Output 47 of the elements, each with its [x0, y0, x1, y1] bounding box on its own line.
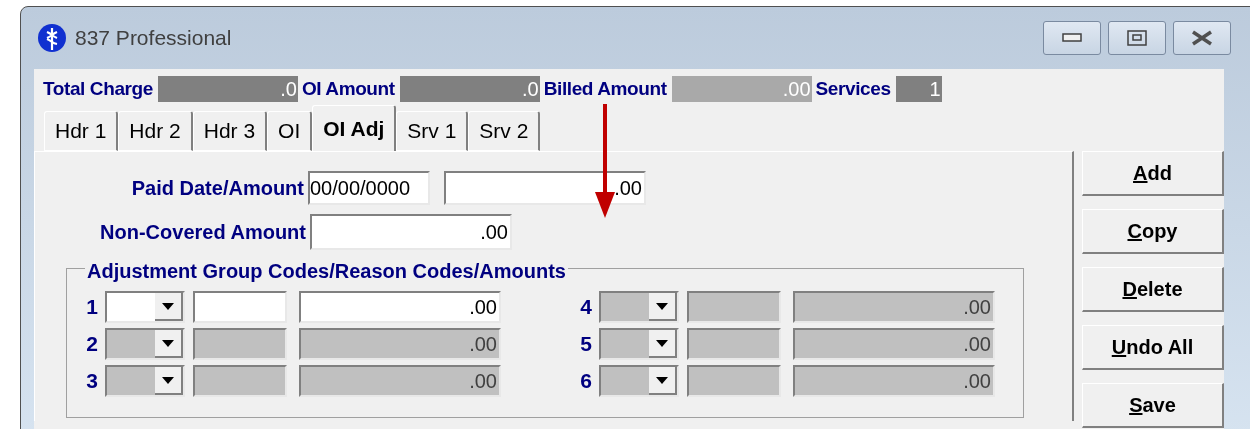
row-number: 6: [579, 368, 593, 395]
reason-code-field[interactable]: [687, 365, 781, 397]
action-button[interactable]: Save: [1082, 383, 1224, 428]
tab[interactable]: OI Adj: [312, 105, 397, 151]
group-code-dropdown[interactable]: [105, 291, 185, 323]
action-button[interactable]: Delete: [1082, 267, 1224, 312]
row-number: 2: [85, 331, 99, 358]
paid-date-field[interactable]: 00/00/0000: [308, 171, 430, 205]
caduceus-logo-icon: [37, 22, 67, 54]
summary-label: OI Amount: [301, 76, 395, 101]
action-button[interactable]: Add: [1082, 151, 1224, 196]
row-number: 3: [85, 368, 99, 395]
close-button[interactable]: [1173, 21, 1231, 55]
row-number: 5: [579, 331, 593, 358]
action-button[interactable]: Undo All: [1082, 325, 1224, 370]
summary-value-field: 1: [895, 76, 942, 102]
row-number: 1: [85, 294, 99, 321]
non-covered-amount-field[interactable]: .00: [310, 214, 512, 250]
summary-value-field: .0: [399, 76, 540, 102]
tab[interactable]: Srv 1: [396, 111, 469, 151]
reason-code-field[interactable]: [687, 291, 781, 323]
maximize-button[interactable]: [1108, 21, 1166, 55]
summary-label: Total Charge: [43, 76, 153, 101]
action-button[interactable]: Copy: [1082, 209, 1224, 254]
field-label: Paid Date/Amount: [130, 176, 305, 201]
reason-code-field[interactable]: [687, 328, 781, 360]
minimize-icon: [1062, 33, 1082, 43]
field-label: Non-Covered Amount: [99, 220, 307, 245]
reason-code-field[interactable]: [193, 365, 287, 397]
summary-value-field: .0: [157, 76, 298, 102]
maximize-icon: [1127, 30, 1147, 46]
summary-value-field: .00: [671, 76, 812, 102]
reason-code-field[interactable]: [193, 291, 287, 323]
row-number: 4: [579, 294, 593, 321]
tab[interactable]: Hdr 3: [192, 111, 268, 151]
summary-label: Billed Amount: [543, 76, 667, 101]
window-title: 837 Professional: [75, 25, 232, 52]
tab[interactable]: OI: [267, 111, 313, 151]
amount-field[interactable]: .00: [299, 291, 501, 323]
tab[interactable]: Srv 2: [468, 111, 541, 151]
reason-code-field[interactable]: [193, 328, 287, 360]
minimize-button[interactable]: [1043, 21, 1101, 55]
close-icon: [1190, 30, 1214, 46]
tab[interactable]: Hdr 1: [44, 111, 119, 151]
summary-label: Services: [815, 76, 891, 101]
paid-amount-field[interactable]: .00: [444, 171, 646, 205]
tab[interactable]: Hdr 2: [118, 111, 193, 151]
